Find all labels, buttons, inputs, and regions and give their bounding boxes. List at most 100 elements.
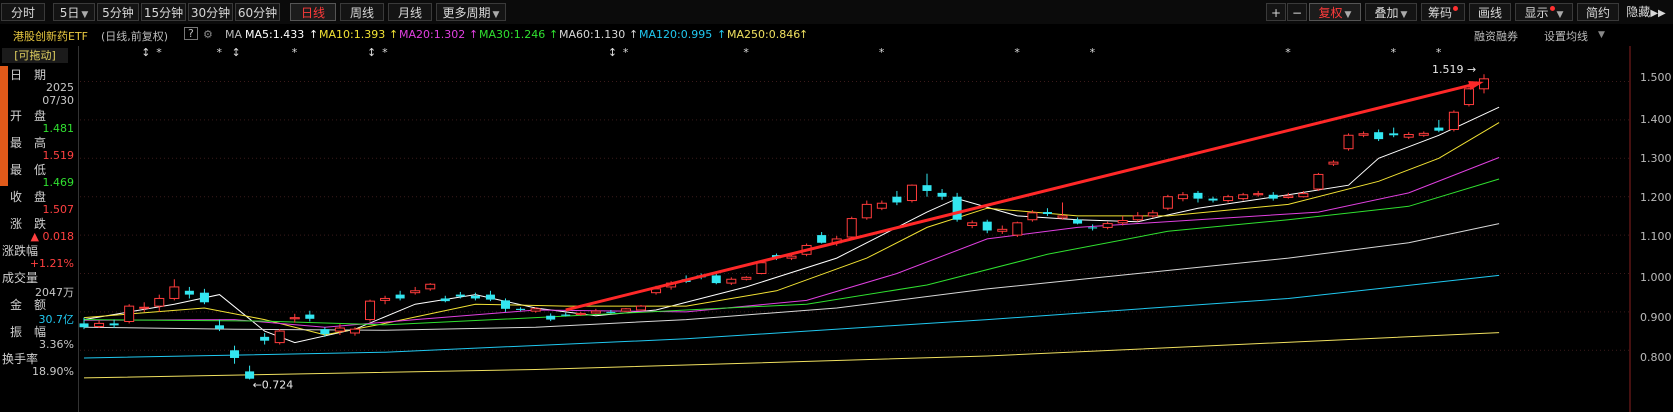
double-chevron-right-icon: ▶▶ — [1650, 8, 1666, 19]
candle-body — [1238, 194, 1249, 200]
candle-body — [952, 196, 962, 220]
y-tick-label: 1.000 — [1640, 271, 1672, 284]
display-dropdown[interactable]: 显示 ▼ — [1515, 3, 1573, 21]
candle-body — [575, 312, 586, 316]
candle-body — [1313, 173, 1324, 190]
candle-body — [305, 314, 315, 319]
candle-body — [230, 350, 240, 358]
candle-body — [1012, 222, 1023, 236]
candle-body — [169, 286, 180, 299]
candle-body — [561, 314, 571, 316]
tab-60min[interactable]: 60分钟 — [235, 3, 280, 21]
open-label: 开 盘 — [10, 109, 47, 123]
tab-fenshi[interactable]: 分时 — [1, 3, 45, 21]
candle-body — [1253, 193, 1264, 196]
chevron-down-icon: ▼ — [1598, 30, 1605, 40]
candle-body — [1117, 220, 1128, 224]
candle-body — [922, 185, 932, 191]
candle-body — [109, 323, 119, 326]
period-label: (日线,前复权) — [101, 30, 169, 43]
candle-body — [1389, 133, 1399, 136]
candle-body — [1298, 193, 1309, 198]
tab-weekly[interactable]: 周线 — [340, 3, 384, 21]
candle-body — [410, 290, 421, 294]
candle-body — [1147, 212, 1158, 217]
quote-detail-panel: [可拖动] 日 期 2025 07/30 开 盘 1.481 最 高 1.519… — [0, 46, 79, 412]
ma-line-ma10 — [83, 122, 1500, 336]
drag-handle[interactable]: [可拖动] — [2, 48, 68, 63]
margin-trading-link[interactable]: 融资融券 — [1474, 28, 1518, 44]
candle-body — [786, 255, 797, 259]
zoom-in-button[interactable]: + — [1266, 3, 1286, 21]
tab-monthly[interactable]: 月线 — [388, 3, 432, 21]
ma10-label: MA10:1.393 — [319, 28, 386, 41]
tab-daily[interactable]: 日线 — [290, 3, 336, 21]
arrow-up-icon: ↑ — [629, 28, 639, 41]
kline-chart[interactable]: 1.519 → ←0.724 ↕ * * ↕ * ↕ * ↕ * * * * * * * * — [0, 46, 1673, 412]
more-periods-dropdown[interactable]: 更多周期 ▼ — [436, 3, 506, 21]
tab-30min[interactable]: 30分钟 — [188, 3, 233, 21]
set-ma-dropdown[interactable]: 设置均线 — [1544, 28, 1588, 44]
zoom-out-button[interactable]: − — [1287, 3, 1307, 21]
candle-body — [892, 196, 902, 203]
notification-dot-icon — [1549, 6, 1555, 11]
volume-label: 成交量 — [2, 271, 39, 285]
candle-body — [635, 305, 647, 311]
y-tick-label: 1.200 — [1640, 191, 1672, 204]
help-icon[interactable]: ? — [184, 27, 198, 40]
candle-body — [455, 294, 465, 297]
high-price-marker: 1.519 → — [1432, 63, 1476, 76]
candle-body — [1208, 198, 1218, 201]
tab-5day-label: 5日 — [59, 6, 80, 20]
trend-line — [565, 81, 1481, 312]
date-day: 07/30 — [42, 94, 74, 107]
ma-line-ma120 — [83, 274, 1500, 359]
candle-body — [1102, 223, 1113, 228]
ma-info-bar: 港股创新药ETF (日线,前复权) ? ⚙ MA MA5:1.433 ↑ MA1… — [0, 26, 1673, 44]
candle-body — [214, 325, 224, 329]
gear-icon[interactable]: ⚙ — [203, 28, 213, 41]
overlay-dropdown[interactable]: 叠加 ▼ — [1365, 3, 1417, 21]
period-toolbar: 分时 5日 ▼ 5分钟 15分钟 30分钟 60分钟 日线 周线 月线 更多周期 ▼… — [0, 0, 1673, 24]
date-label: 日 期 — [10, 68, 47, 82]
tab-5day[interactable]: 5日 ▼ — [53, 3, 95, 21]
candle-body — [1057, 215, 1068, 219]
hide-button[interactable]: 隐藏▶▶ — [1621, 3, 1671, 21]
adjust-dropdown[interactable]: 复权 ▼ — [1309, 3, 1361, 21]
candle-body — [79, 323, 89, 328]
adjust-label: 复权 — [1318, 6, 1343, 20]
amplitude-value: 3.36% — [39, 338, 74, 351]
tab-5min[interactable]: 5分钟 — [97, 3, 139, 21]
candle-body — [425, 283, 436, 290]
event-marker-icon: * — [1090, 46, 1096, 59]
event-marker-icon: * — [743, 46, 749, 59]
chips-button[interactable]: 筹码 — [1421, 3, 1465, 21]
y-tick-label: 1.100 — [1640, 230, 1672, 243]
event-marker-icon: * — [156, 46, 162, 59]
event-marker-icon: ↕ — [232, 46, 241, 59]
candle-body — [260, 336, 270, 341]
ma250-label: MA250:0.846 — [727, 28, 801, 41]
tab-15min[interactable]: 15分钟 — [141, 3, 186, 21]
ma-line-ma250 — [83, 332, 1500, 379]
candle-body — [1434, 127, 1444, 131]
candle-body — [139, 306, 150, 309]
candle-body — [274, 330, 285, 344]
candle-body — [530, 308, 541, 312]
candle-body — [906, 184, 917, 202]
simple-button[interactable]: 简约 — [1577, 3, 1619, 21]
candle-body — [997, 228, 1008, 232]
candle-body — [1162, 196, 1173, 209]
candle-body — [154, 297, 165, 307]
event-marker-icon: ↕ — [367, 46, 376, 59]
chevron-down-icon: ▼ — [1556, 10, 1564, 20]
candle-body — [395, 294, 405, 299]
y-tick-label: 0.800 — [1640, 351, 1672, 364]
ma-line-ma60 — [83, 223, 1500, 331]
candle-body — [1088, 227, 1098, 229]
event-marker-icon: * — [1436, 46, 1442, 59]
candle-body — [1463, 88, 1474, 106]
candle-body — [546, 315, 556, 320]
candle-body — [380, 297, 391, 301]
draw-line-button[interactable]: 画线 — [1469, 3, 1511, 21]
